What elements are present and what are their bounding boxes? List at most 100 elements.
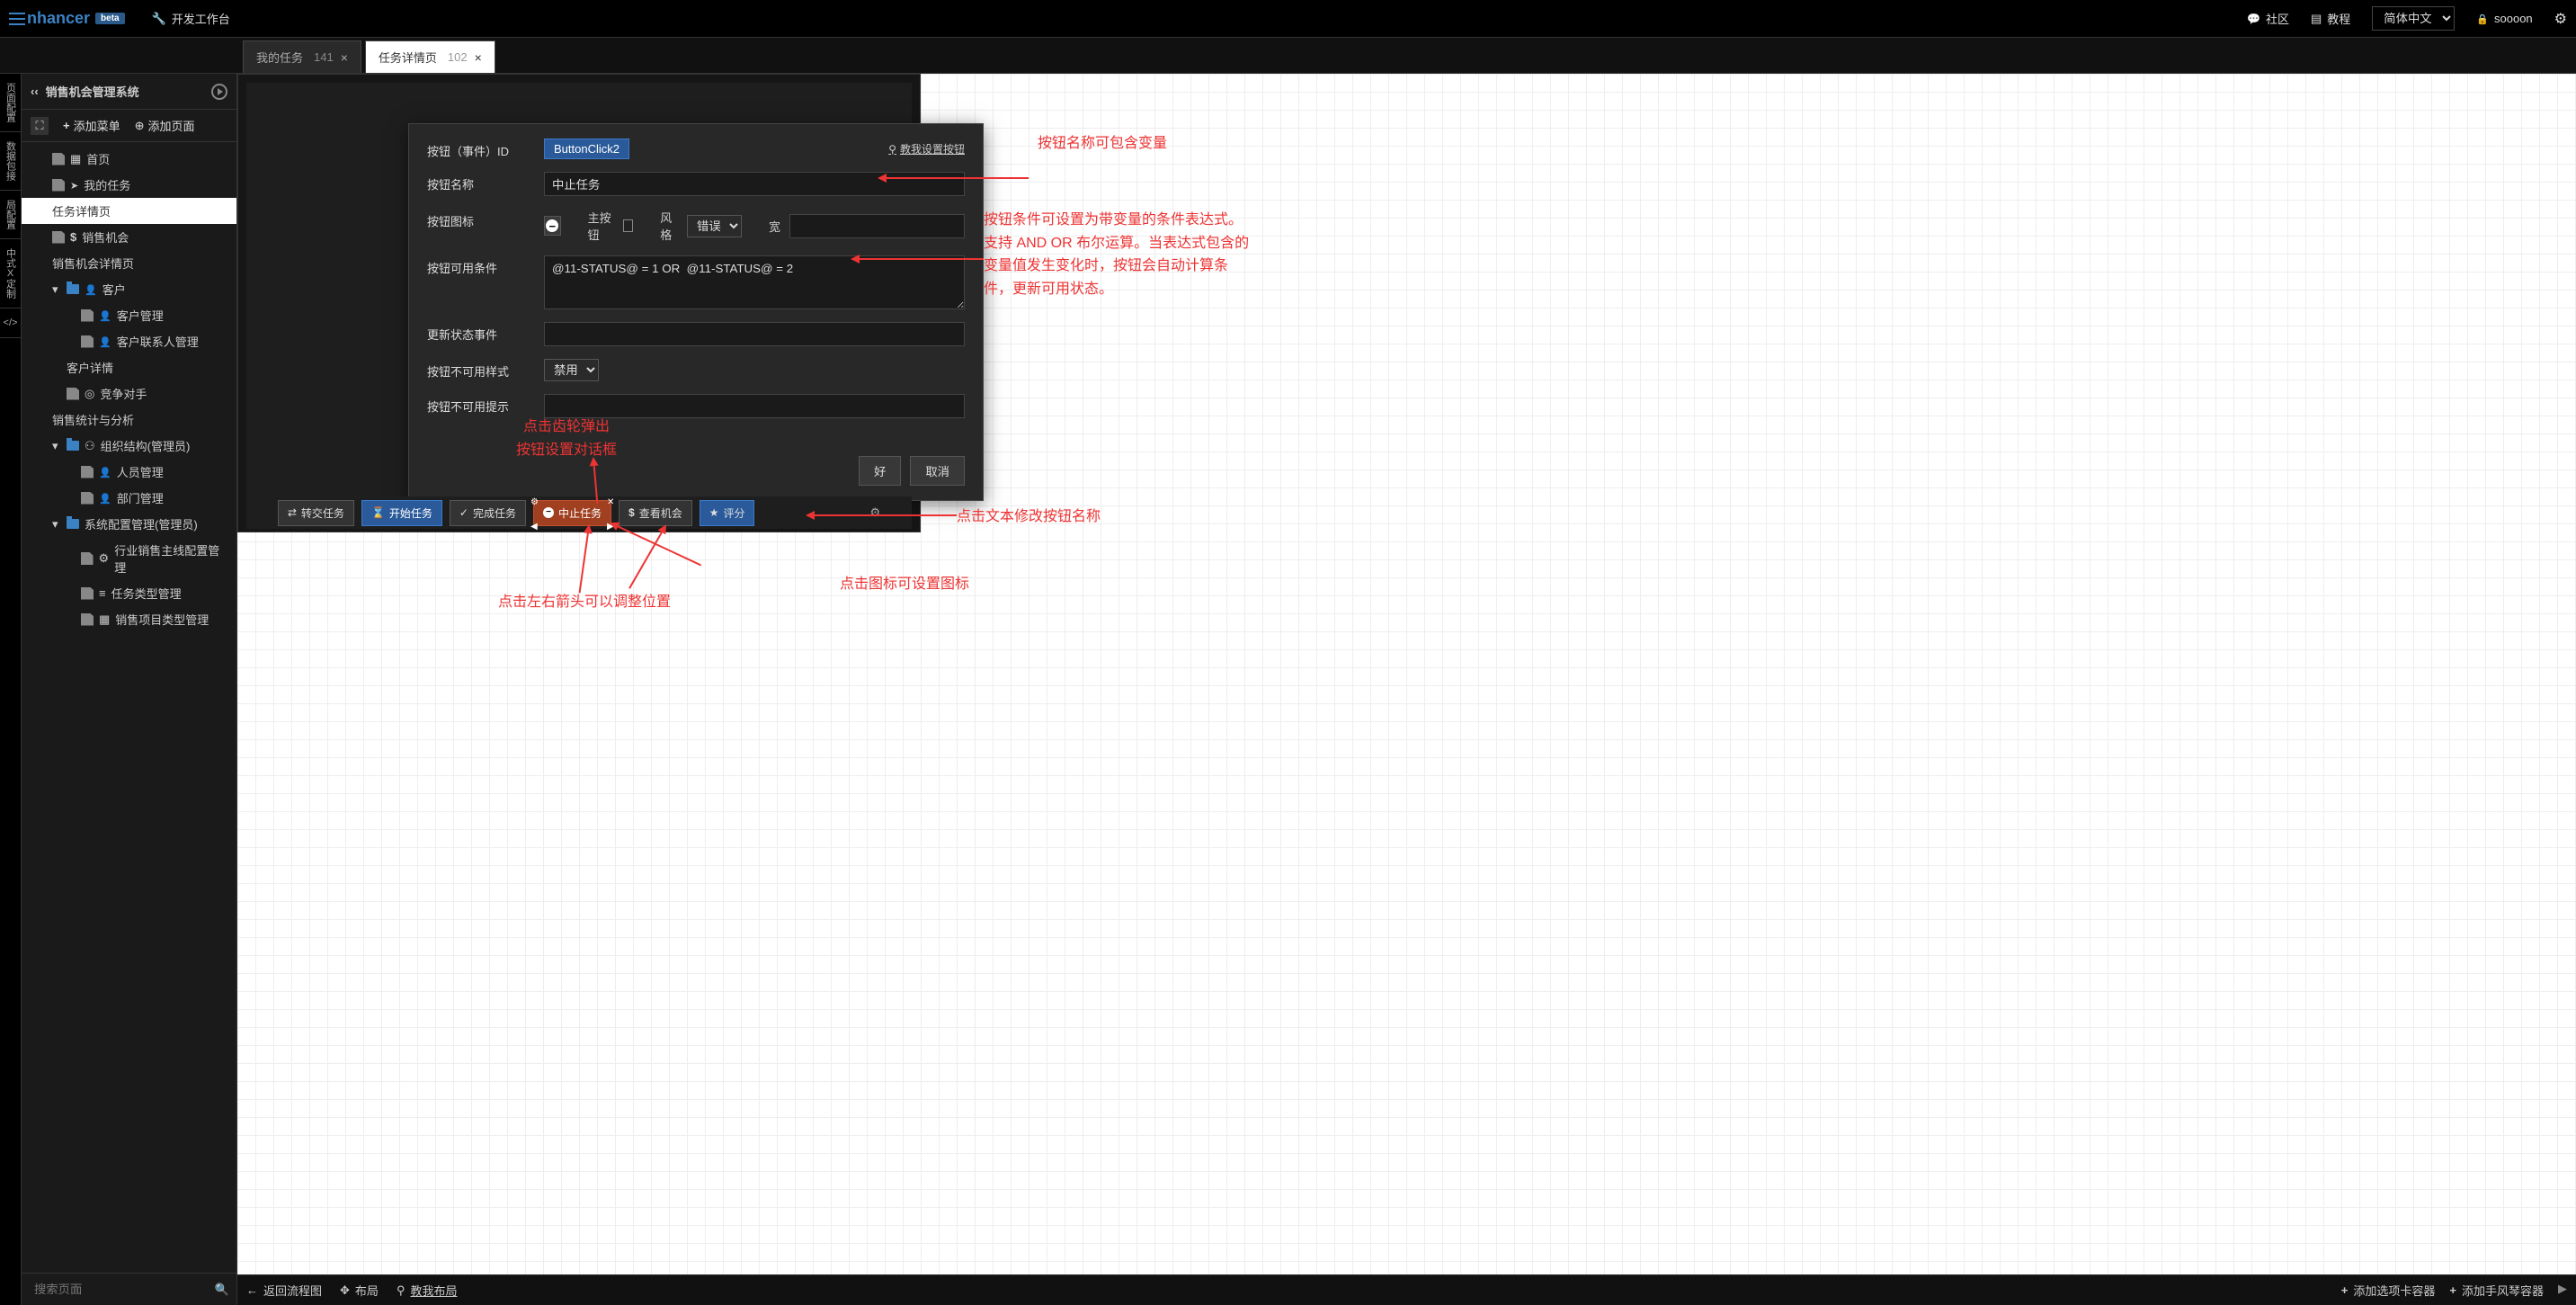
start-button[interactable]: 开始任务: [361, 500, 442, 526]
chevron-down-icon: ▾: [52, 517, 61, 532]
arrow-left-icon[interactable]: ◀: [530, 522, 538, 529]
sidebar-search: 🔍: [22, 1273, 236, 1305]
tree-personnel[interactable]: 人员管理: [22, 459, 236, 485]
logo[interactable]: nhancer beta: [9, 9, 125, 28]
tutorial-link[interactable]: 教程: [2311, 10, 2350, 27]
tree-sales-opp-detail[interactable]: 销售机会详情页: [22, 250, 236, 276]
width-input[interactable]: [789, 214, 965, 238]
file-icon: [81, 309, 94, 322]
rail-page-config[interactable]: 页面配置: [0, 74, 21, 132]
complete-button[interactable]: 完成任务: [450, 500, 526, 526]
folder-icon: [67, 519, 79, 529]
annotation-5: 点击图标可设置图标: [840, 573, 969, 596]
file-icon: [67, 388, 79, 400]
tree-label: 组织结构(管理员): [101, 437, 191, 454]
tree-sales-opp[interactable]: 销售机会: [22, 224, 236, 250]
status-label: 添加选项卡容器: [2353, 1282, 2435, 1299]
tab-my-tasks[interactable]: 我的任务 141 ×: [243, 40, 361, 73]
add-menu-button[interactable]: 添加菜单: [63, 117, 120, 134]
plus-icon: [63, 119, 70, 132]
update-event-input[interactable]: [544, 322, 965, 346]
tree-folder-customer[interactable]: ▾客户: [22, 276, 236, 302]
tree-customer-contact[interactable]: 客户联系人管理: [22, 328, 236, 354]
button-id-value: ButtonClick2: [544, 139, 629, 159]
add-page-button[interactable]: ⊕添加页面: [135, 117, 195, 134]
rail-code[interactable]: </>: [0, 308, 21, 338]
file-icon: [81, 587, 94, 600]
tree-label: 客户管理: [117, 307, 164, 324]
rate-button[interactable]: 评分: [700, 500, 755, 526]
add-tab-container-button[interactable]: 添加选项卡容器: [2341, 1282, 2436, 1299]
arrow-right-icon[interactable]: ▶: [607, 522, 614, 529]
tree-customer-detail[interactable]: 客户详情: [22, 354, 236, 380]
teach-link[interactable]: ⚲教我设置按钮: [888, 141, 965, 156]
bar-settings-icon[interactable]: [869, 505, 880, 520]
community-link[interactable]: 社区: [2247, 10, 2289, 27]
search-icon[interactable]: 🔍: [215, 1283, 229, 1297]
close-corner-icon[interactable]: ✕: [607, 497, 614, 505]
tree-label: 客户联系人管理: [117, 333, 199, 350]
tree-label: 系统配置管理(管理员): [85, 515, 198, 532]
icon-picker[interactable]: −: [544, 216, 561, 236]
abort-button[interactable]: ⚙ ✕ ◀ ▶ − 中止任务: [533, 500, 611, 526]
rail-data-connect[interactable]: 数据包接: [0, 132, 21, 191]
transfer-button[interactable]: 转交任务: [278, 500, 354, 526]
sidebar-title: 销售机会管理系统: [46, 83, 139, 100]
swap-icon: [288, 506, 297, 519]
expand-all-icon[interactable]: ⛶: [31, 117, 49, 135]
book-icon: [2311, 12, 2322, 26]
search-input[interactable]: [29, 1277, 215, 1301]
tree-sales-project[interactable]: 销售项目类型管理: [22, 606, 236, 632]
tree-label: 任务详情页: [52, 202, 111, 219]
close-icon[interactable]: ×: [475, 50, 482, 65]
list-icon: [99, 586, 106, 600]
folder-icon: [67, 284, 79, 294]
workspace-label: 开发工作台: [172, 10, 230, 27]
close-icon[interactable]: ×: [341, 50, 348, 65]
settings-icon[interactable]: [2554, 10, 2567, 28]
workspace-link[interactable]: 🔧 开发工作台: [152, 10, 230, 27]
chat-icon: [2247, 12, 2260, 25]
file-icon: [52, 153, 65, 165]
layout-button[interactable]: ✥布局: [340, 1282, 379, 1299]
condition-textarea[interactable]: @11-STATUS@ = 1 OR @11-STATUS@ = 2: [544, 255, 965, 309]
tree-home[interactable]: 首页: [22, 146, 236, 172]
ok-button[interactable]: 好: [859, 456, 901, 486]
tree-sales-stats[interactable]: 销售统计与分析: [22, 407, 236, 433]
tree-industry-sales[interactable]: 行业销售主线配置管理: [22, 537, 236, 580]
language-select[interactable]: 简体中文: [2372, 6, 2455, 31]
back-flow-button[interactable]: ←返回流程图: [246, 1282, 322, 1299]
user-icon: [99, 308, 111, 322]
tree-folder-sysconfig[interactable]: ▾ 系统配置管理(管理员): [22, 511, 236, 537]
tree-task-detail[interactable]: 任务详情页: [22, 198, 236, 224]
tree-dept[interactable]: 部门管理: [22, 485, 236, 511]
view-opp-button[interactable]: 查看机会: [619, 500, 692, 526]
add-accordion-button[interactable]: 添加手风琴容器: [2449, 1282, 2544, 1299]
tutorial-label: 教程: [2327, 10, 2350, 27]
play-icon[interactable]: ▶: [2558, 1282, 2567, 1299]
tree-folder-org[interactable]: ▾⚇组织结构(管理员): [22, 433, 236, 459]
tree-customer-mgmt[interactable]: 客户管理: [22, 302, 236, 328]
cancel-button[interactable]: 取消: [910, 456, 965, 486]
disable-tip-input[interactable]: [544, 394, 965, 418]
rail-custom[interactable]: 中式X定制: [0, 239, 21, 308]
rail-layout-config[interactable]: 局配置: [0, 191, 21, 239]
play-icon[interactable]: [211, 84, 227, 100]
chevron-left-icon[interactable]: ‹‹: [31, 85, 39, 98]
teach-layout-link[interactable]: ⚲教我布局: [397, 1282, 458, 1299]
main-button-checkbox[interactable]: [623, 219, 633, 232]
tree-competitor[interactable]: ◎竞争对手: [22, 380, 236, 407]
button-name-input[interactable]: [544, 172, 965, 196]
tree-my-tasks[interactable]: 我的任务: [22, 172, 236, 198]
style-select[interactable]: 错误: [687, 215, 742, 237]
tab-task-detail[interactable]: 任务详情页 102 ×: [365, 40, 495, 73]
statusbar: ←返回流程图 ✥布局 ⚲教我布局 添加选项卡容器 添加手风琴容器 ▶: [237, 1274, 2576, 1305]
tree-label: 部门管理: [117, 489, 164, 506]
star-icon: [709, 506, 719, 519]
gear-corner-icon[interactable]: ⚙: [530, 497, 538, 505]
tree-task-type[interactable]: 任务类型管理: [22, 580, 236, 606]
annotation-1: 按钮名称可包含变量: [1038, 132, 1167, 156]
arrow-left-icon: ←: [246, 1283, 258, 1297]
disable-style-select[interactable]: 禁用: [544, 359, 599, 381]
user-menu[interactable]: soooon: [2476, 12, 2532, 25]
